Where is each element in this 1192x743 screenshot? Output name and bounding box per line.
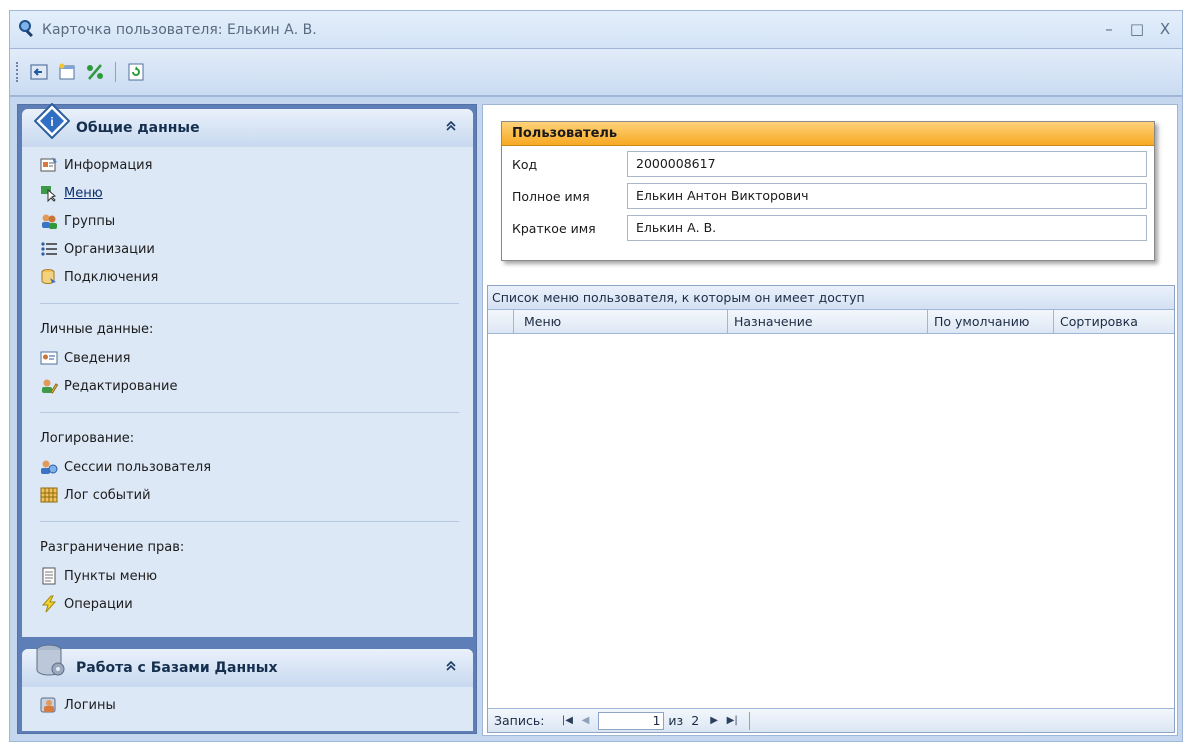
- collapse-chevron-icon[interactable]: [445, 120, 457, 136]
- code-label: Код: [512, 156, 538, 172]
- page-input[interactable]: 1: [598, 711, 665, 730]
- refresh-icon[interactable]: [124, 60, 148, 84]
- column-header-menu[interactable]: Меню: [514, 310, 728, 333]
- id-card-icon: [40, 349, 58, 367]
- groups-icon: [40, 212, 58, 230]
- nav-section-logging: Логирование:: [40, 430, 135, 446]
- code-field[interactable]: 2000008617: [627, 151, 1147, 177]
- collapse-chevron-icon[interactable]: [445, 660, 457, 676]
- login-user-icon: [40, 696, 58, 714]
- nav-group-databases-header[interactable]: Работа с Базами Данных: [22, 644, 473, 687]
- nav-item-menu[interactable]: Меню: [40, 179, 473, 207]
- menu-access-grid: Список меню пользователя, к которым он и…: [487, 285, 1175, 733]
- nav-item-label: Группы: [64, 213, 116, 229]
- full-name-field[interactable]: Елькин Антон Викторович: [627, 183, 1147, 209]
- nav-item-label: Организации: [64, 241, 155, 257]
- toolbar-separator: [115, 62, 116, 82]
- nav-item-label: Операции: [64, 596, 133, 612]
- nav-item-operations[interactable]: Операции: [40, 590, 473, 618]
- grid-navigator: Запись: |◀ ◀ 1 из 2 ▶ ▶|: [488, 708, 1174, 732]
- nav-item-logins[interactable]: Логины: [40, 691, 473, 719]
- nav-item-label: Подключения: [64, 269, 159, 285]
- nav-group-general-title: Общие данные: [76, 120, 200, 136]
- nav-item-label: Информация: [64, 157, 153, 173]
- field-row-full-name: Полное имя Елькин Антон Викторович: [502, 180, 1154, 212]
- sessions-icon: [40, 458, 58, 476]
- grid-header: Меню Назначение По умолчанию Сортировка: [488, 310, 1174, 334]
- nav-item-label: Сессии пользователя: [64, 459, 212, 475]
- nav-item-sessions[interactable]: Сессии пользователя: [40, 453, 473, 481]
- event-log-icon: [40, 486, 58, 504]
- percent-icon[interactable]: [83, 60, 107, 84]
- nav-item-info[interactable]: Информация: [40, 151, 473, 179]
- nav-section-personal: Личные данные:: [40, 321, 154, 337]
- grid-caption: Список меню пользователя, к которым он и…: [488, 286, 1174, 310]
- window-title: Карточка пользователя: Елькин А. В.: [42, 21, 317, 38]
- grid-body[interactable]: [488, 334, 1174, 708]
- record-label: Запись:: [494, 713, 545, 728]
- nav-divider: [40, 521, 459, 522]
- database-gear-icon: [34, 643, 68, 683]
- info-diamond-icon: i: [33, 102, 71, 143]
- nav-item-organizations[interactable]: Организации: [40, 235, 473, 263]
- column-header-sorting[interactable]: Сортировка: [1054, 310, 1174, 333]
- back-icon[interactable]: [27, 60, 51, 84]
- nav-item-details[interactable]: Сведения: [40, 344, 473, 372]
- nav-item-event-log[interactable]: Лог событий: [40, 481, 473, 509]
- prev-record-icon[interactable]: ◀: [576, 715, 594, 726]
- nav-item-groups[interactable]: Группы: [40, 207, 473, 235]
- nav-group-general: i Общие данные Информация Меню Группы Ор…: [22, 102, 473, 637]
- column-header-default[interactable]: По умолчанию: [928, 310, 1054, 333]
- of-label: из: [668, 713, 684, 728]
- title-bar: Карточка пользователя: Елькин А. В. – □ …: [9, 10, 1183, 48]
- window-body: i Общие данные Информация Меню Группы Ор…: [9, 96, 1183, 742]
- svg-text:i: i: [50, 115, 53, 129]
- close-button[interactable]: X: [1152, 19, 1178, 39]
- nav-group-general-header[interactable]: i Общие данные: [22, 102, 473, 147]
- toolbar: [9, 48, 1183, 96]
- nav-item-editing[interactable]: Редактирование: [40, 372, 473, 400]
- nav-group-databases-title: Работа с Базами Данных: [76, 660, 278, 676]
- minimize-button[interactable]: –: [1096, 19, 1122, 39]
- field-row-code: Код 2000008617: [502, 148, 1154, 180]
- short-name-label: Краткое имя: [512, 220, 596, 236]
- column-header-purpose[interactable]: Назначение: [728, 310, 928, 333]
- lightning-icon: [40, 595, 58, 613]
- user-info-panel: Пользователь Код 2000008617 Полное имя Е…: [501, 121, 1155, 261]
- nav-item-label: Меню: [64, 185, 103, 201]
- document-icon: [40, 567, 58, 585]
- toolbar-grip[interactable]: [16, 62, 19, 82]
- nav-item-menu-points[interactable]: Пункты меню: [40, 562, 473, 590]
- nav-item-label: Редактирование: [64, 378, 178, 394]
- field-row-short-name: Краткое имя Елькин А. В.: [502, 212, 1154, 244]
- nav-divider: [40, 412, 459, 413]
- nav-item-label: Лог событий: [64, 487, 151, 503]
- maximize-button[interactable]: □: [1124, 19, 1150, 39]
- nav-item-label: Логины: [64, 697, 116, 713]
- nav-section-permissions: Разграничение прав:: [40, 539, 185, 555]
- navigator-separator: [749, 711, 751, 730]
- new-window-icon[interactable]: [55, 60, 79, 84]
- user-panel-header: Пользователь: [502, 122, 1154, 146]
- nav-item-label: Сведения: [64, 350, 131, 366]
- nav-divider: [40, 303, 459, 304]
- nav-group-databases: Работа с Базами Данных Логины: [22, 644, 473, 731]
- nav-item-connections[interactable]: Подключения: [40, 263, 473, 291]
- connections-icon: [40, 268, 58, 286]
- nav-item-label: Пункты меню: [64, 568, 158, 584]
- info-card-icon: [40, 156, 58, 174]
- short-name-field[interactable]: Елькин А. В.: [627, 215, 1147, 241]
- user-edit-icon: [40, 377, 59, 395]
- menu-cursor-icon: [40, 184, 58, 203]
- total-pages: 2: [691, 713, 700, 728]
- next-record-icon[interactable]: ▶: [705, 715, 723, 726]
- row-indicator-header: [488, 310, 514, 333]
- list-icon: [40, 240, 58, 258]
- first-record-icon[interactable]: |◀: [558, 715, 576, 726]
- content-pane: Пользователь Код 2000008617 Полное имя Е…: [482, 104, 1178, 736]
- navigation-pane: i Общие данные Информация Меню Группы Ор…: [17, 102, 477, 734]
- last-record-icon[interactable]: ▶|: [723, 715, 741, 726]
- search-icon: [18, 19, 36, 41]
- full-name-label: Полное имя: [512, 188, 590, 204]
